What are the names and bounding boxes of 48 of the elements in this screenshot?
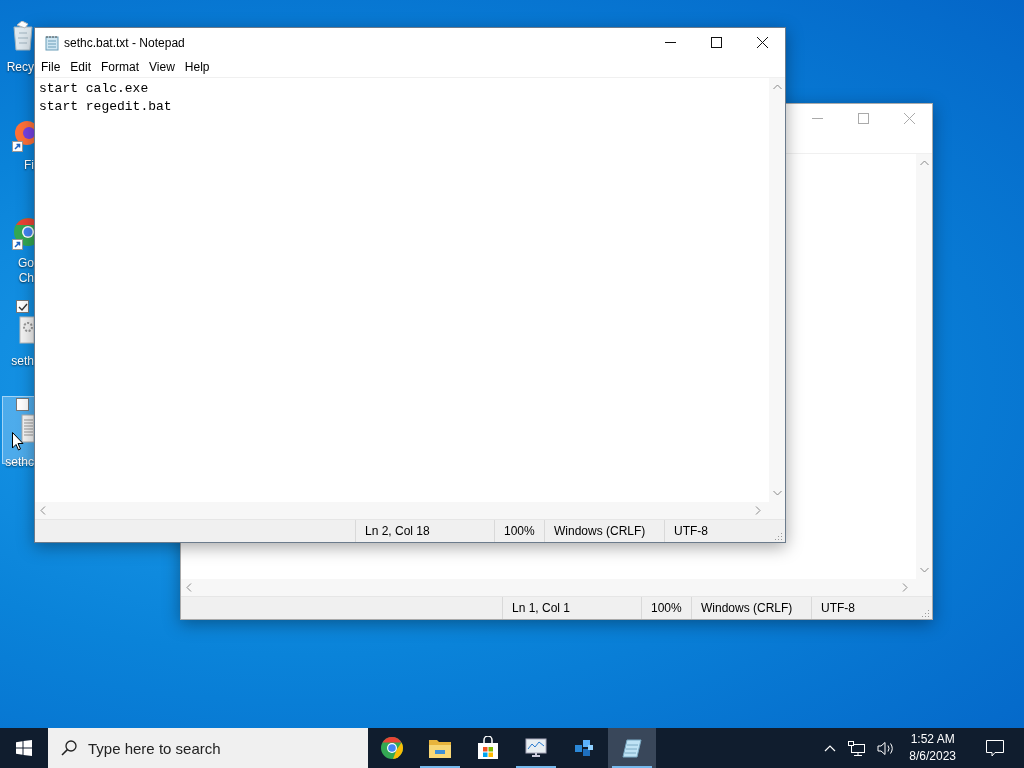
menu-item[interactable]: Edit: [65, 60, 97, 74]
close-icon: [903, 113, 915, 124]
network-icon[interactable]: [848, 740, 866, 756]
maximize-icon: [857, 113, 869, 124]
windows-logo-icon: [16, 740, 32, 756]
resize-grip-icon[interactable]: [775, 532, 783, 540]
desktop-icon-label: seth: [11, 354, 34, 369]
menu-item[interactable]: Format: [96, 60, 145, 74]
status-zoom: 100%: [641, 597, 691, 619]
menu-item[interactable]: File: [36, 60, 66, 74]
cubes-icon: [573, 737, 595, 759]
text-line: start calc.exe: [39, 80, 150, 98]
search-icon: [61, 740, 77, 756]
menu-item[interactable]: View: [144, 60, 180, 74]
chevron-up-icon[interactable]: [824, 744, 837, 752]
text-area[interactable]: start calc.exe start regedit.bat: [35, 78, 769, 502]
notifications-icon[interactable]: [986, 739, 1004, 757]
browser-icon: [380, 736, 404, 760]
desktop-icon-label: Go: [18, 256, 34, 271]
status-position: Ln 2, Col 18: [355, 520, 494, 542]
clock-time: 1:52 AM: [910, 731, 955, 748]
clock[interactable]: 1:52 AM 8/6/2023: [909, 731, 956, 765]
monitor-chart-icon: [524, 737, 548, 759]
window-title: sethc.bat.txt - Notepad: [64, 35, 185, 50]
recycle-bin-icon[interactable]: [12, 21, 34, 51]
notepad-icon: [44, 34, 60, 51]
desktop-icon-label: Ch: [18, 271, 34, 286]
desktop-icon-label: sethc: [5, 455, 34, 470]
maximize-icon: [710, 37, 722, 48]
desktop-icon-label: Recy: [6, 60, 34, 75]
shopping-bag-icon: [477, 736, 499, 760]
clock-date: 8/6/2023: [909, 748, 956, 765]
checkbox[interactable]: [16, 398, 29, 411]
close-icon: [756, 37, 768, 48]
search-field[interactable]: Type here to search: [48, 728, 368, 768]
menu-item[interactable]: Help: [179, 60, 215, 74]
status-line-endings: Windows (CRLF): [691, 597, 811, 619]
folder-icon: [428, 737, 452, 759]
status-zoom: 100%: [494, 520, 544, 542]
status-line-endings: Windows (CRLF): [544, 520, 664, 542]
checkbox[interactable]: [16, 300, 29, 313]
speaker-icon[interactable]: [877, 740, 896, 756]
desktop-icon-label: Fi: [24, 158, 34, 173]
pointer-cursor-icon: [12, 432, 24, 451]
notepad-icon: [621, 737, 643, 759]
text-line: start regedit.bat: [39, 98, 173, 116]
status-position: Ln 1, Col 1: [502, 597, 641, 619]
taskbar-app-button[interactable]: [608, 728, 656, 768]
